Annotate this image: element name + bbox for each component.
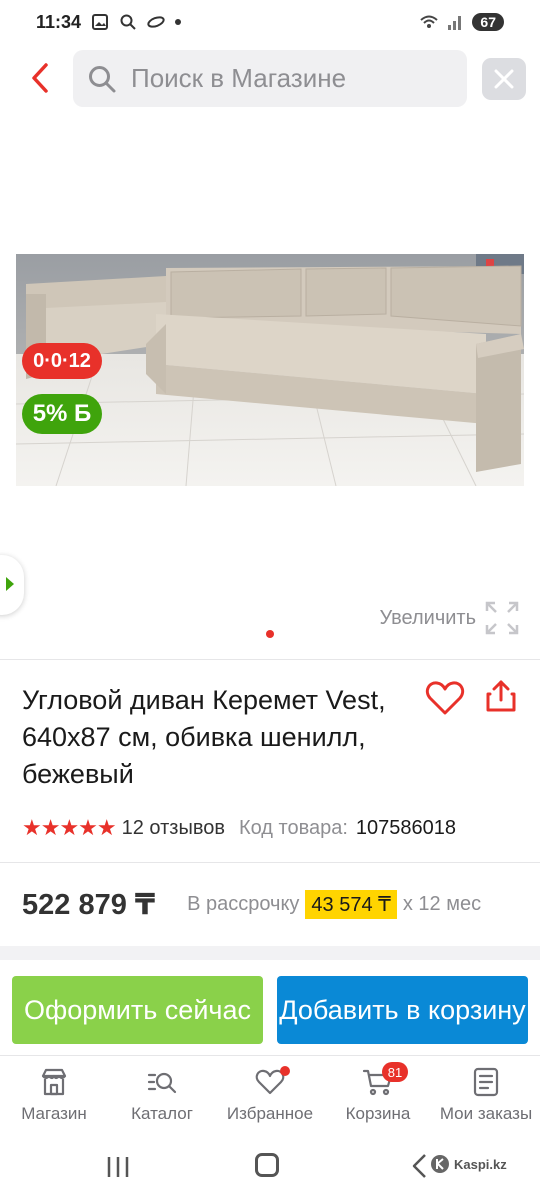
gallery-icon xyxy=(92,14,109,30)
nav-shop[interactable]: Магазин xyxy=(0,1056,108,1135)
status-bar: 11:34 67 xyxy=(0,0,540,44)
kaspi-logo-icon xyxy=(431,1155,449,1173)
play-arrow-icon xyxy=(6,577,14,591)
product-code-label: Код товара: xyxy=(238,816,348,839)
installment-badge: 0·0·12 xyxy=(22,343,102,379)
favorites-notification-dot xyxy=(280,1066,290,1076)
reviews-link[interactable]: 12 отзывов xyxy=(122,817,225,840)
section-separator xyxy=(0,946,540,960)
app-icon xyxy=(147,16,165,28)
share-icon xyxy=(486,680,516,712)
installment-amount: 43 574 ₸ xyxy=(305,890,397,919)
search-header xyxy=(0,50,540,108)
kaspi-watermark-text: Kaspi.kz xyxy=(454,1156,507,1172)
chevron-left-icon xyxy=(32,63,48,93)
nav-favorites-label: Избранное xyxy=(226,1104,314,1123)
nav-shop-label: Магазин xyxy=(21,1104,87,1123)
divider xyxy=(0,659,540,660)
installment-term: x 12 мес xyxy=(402,893,482,915)
nav-cart[interactable]: 81 Корзина xyxy=(324,1056,432,1135)
kaspi-watermark: Kaspi.kz xyxy=(430,1154,507,1174)
nav-catalog[interactable]: Каталог xyxy=(108,1056,216,1135)
cart-count-badge: 81 xyxy=(382,1062,408,1082)
battery-indicator: 67 xyxy=(472,13,504,31)
back-button[interactable] xyxy=(22,58,58,98)
nav-orders[interactable]: Мои заказы xyxy=(432,1056,540,1135)
orders-list-icon xyxy=(473,1067,499,1097)
nav-catalog-label: Каталог xyxy=(131,1104,193,1123)
recent-apps-icon[interactable] xyxy=(104,1154,132,1180)
rating-row: ★★★★★ 12 отзывов Код товара: 107586018 xyxy=(22,815,456,841)
system-back-icon[interactable] xyxy=(410,1152,428,1180)
rating-stars: ★★★★★ xyxy=(22,815,117,840)
zoom-label: Увеличить xyxy=(379,606,476,629)
buy-now-button[interactable]: Оформить сейчас xyxy=(12,976,263,1044)
nav-orders-label: Мои заказы xyxy=(439,1104,533,1123)
signal-icon xyxy=(448,16,462,30)
favorite-button[interactable] xyxy=(425,680,465,716)
heart-icon xyxy=(425,681,465,715)
nav-cart-label: Корзина xyxy=(345,1104,411,1123)
price-row: 522 879 ₸ В рассрочку 43 574 ₸ x 12 мес xyxy=(22,887,522,922)
wifi-icon xyxy=(420,15,439,28)
notification-dot-icon xyxy=(175,19,182,25)
bottom-navigation: Магазин Каталог Избранное 81 Корзина Мои… xyxy=(0,1055,540,1135)
installment-label: В рассрочку xyxy=(187,893,300,915)
product-code-value: 107586018 xyxy=(355,816,457,839)
product-price: 522 879 ₸ xyxy=(22,889,156,921)
search-input[interactable] xyxy=(131,63,451,94)
nav-favorites[interactable]: Избранное xyxy=(216,1056,324,1135)
search-box[interactable] xyxy=(73,50,467,107)
search-icon xyxy=(89,65,116,92)
clear-search-button[interactable] xyxy=(482,58,526,100)
search-status-icon xyxy=(120,14,136,30)
close-icon xyxy=(494,69,514,89)
side-expand-tab[interactable] xyxy=(0,555,24,615)
divider xyxy=(0,862,540,863)
product-page: 11:34 67 Поиск в Магазине 0·0·12 5% Б Ув… xyxy=(0,0,540,1200)
status-time: 11:34 xyxy=(36,11,82,32)
zoom-button[interactable]: Увеличить xyxy=(380,600,520,636)
share-button[interactable] xyxy=(484,678,518,714)
product-gallery[interactable]: 0·0·12 5% Б Увеличить xyxy=(0,110,540,655)
bonus-badge: 5% Б xyxy=(22,394,102,434)
system-navigation: Kaspi.kz xyxy=(0,1140,540,1200)
home-button[interactable] xyxy=(255,1153,279,1177)
add-to-cart-button[interactable]: Добавить в корзину xyxy=(277,976,528,1044)
product-title: Угловой диван Керемет Vest, 640x87 см, о… xyxy=(22,685,386,789)
catalog-search-icon xyxy=(147,1072,177,1094)
gallery-pagination-dot[interactable] xyxy=(266,630,274,638)
expand-icon xyxy=(485,601,519,635)
shop-icon xyxy=(41,1068,67,1096)
